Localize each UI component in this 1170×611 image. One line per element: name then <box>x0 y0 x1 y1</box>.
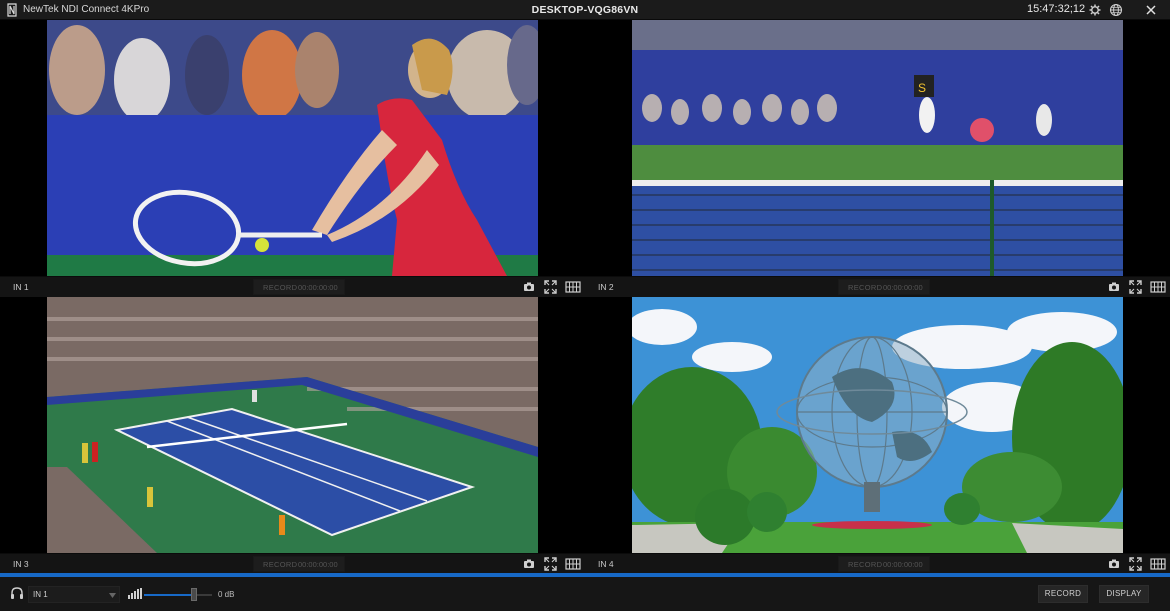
app-title: NewTek NDI Connect 4KPro <box>23 4 150 15</box>
globe-icon[interactable] <box>1109 3 1123 17</box>
app-window: NewTek NDI Connect 4KPro DESKTOP-VQG86VN… <box>0 0 1170 611</box>
record-label: RECORD <box>263 283 298 292</box>
input-toolbar-4: IN 4 RECORD 00:00:00:00 <box>585 553 1170 574</box>
headphones-icon <box>11 587 23 599</box>
camera-icon[interactable] <box>1108 557 1120 571</box>
filmstrip-icon[interactable] <box>565 557 581 571</box>
chevron-down-icon <box>109 593 116 598</box>
record-timecode: 00:00:00:00 <box>883 560 923 569</box>
volume-meter-icon <box>128 588 142 599</box>
input-cell-1: IN 1 RECORD 00:00:00:00 <box>0 20 585 297</box>
record-button[interactable]: RECORD <box>1038 585 1088 603</box>
record-label: RECORD <box>848 560 883 569</box>
input-toolbar-2: IN 2 RECORD 00:00:00:00 <box>585 276 1170 297</box>
volume-slider[interactable] <box>144 594 212 596</box>
input-label: IN 3 <box>13 559 29 569</box>
input-label: IN 4 <box>598 559 614 569</box>
timecode: 15:47:32;12 <box>1027 3 1086 15</box>
close-icon[interactable] <box>1144 3 1158 17</box>
fullscreen-icon[interactable] <box>1129 557 1142 571</box>
record-timecode: 00:00:00:00 <box>883 283 923 292</box>
volume-slider-fill <box>144 594 193 596</box>
camera-icon[interactable] <box>1108 280 1120 294</box>
input-cell-3: IN 3 RECORD 00:00:00:00 <box>0 297 585 574</box>
filmstrip-icon[interactable] <box>1150 557 1166 571</box>
display-button[interactable]: DISPLAY <box>1099 585 1149 603</box>
record-status: RECORD 00:00:00:00 <box>253 279 345 295</box>
host-name: DESKTOP-VQG86VN <box>531 4 639 16</box>
input-toolbar-1: IN 1 RECORD 00:00:00:00 <box>0 276 585 297</box>
filmstrip-icon[interactable] <box>565 280 581 294</box>
svg-text:S: S <box>918 81 926 95</box>
volume-readout: 0 dB <box>218 590 235 599</box>
record-status: RECORD 00:00:00:00 <box>253 556 345 572</box>
control-bar: IN 1 0 dB RECORD DISPLAY <box>0 577 1170 611</box>
video-preview-2[interactable]: S <box>632 20 1123 276</box>
fullscreen-icon[interactable] <box>1129 280 1142 294</box>
monitor-source-select[interactable]: IN 1 <box>28 586 120 603</box>
record-status: RECORD 00:00:00:00 <box>838 556 930 572</box>
gear-icon[interactable] <box>1088 3 1102 17</box>
fullscreen-icon[interactable] <box>544 280 557 294</box>
video-preview-3[interactable] <box>47 297 538 553</box>
monitor-source-value: IN 1 <box>33 590 48 599</box>
video-preview-4[interactable] <box>632 297 1123 553</box>
filmstrip-icon[interactable] <box>1150 280 1166 294</box>
input-toolbar-3: IN 3 RECORD 00:00:00:00 <box>0 553 585 574</box>
record-timecode: 00:00:00:00 <box>298 283 338 292</box>
record-label: RECORD <box>263 560 298 569</box>
record-label: RECORD <box>848 283 883 292</box>
input-label: IN 2 <box>598 282 614 292</box>
camera-icon[interactable] <box>523 280 535 294</box>
volume-slider-handle[interactable] <box>191 588 197 601</box>
camera-icon[interactable] <box>523 557 535 571</box>
input-cell-2: S IN 2 RECORD 00:00:00:00 <box>585 20 1170 297</box>
input-label: IN 1 <box>13 282 29 292</box>
record-timecode: 00:00:00:00 <box>298 560 338 569</box>
newtek-logo-icon <box>7 3 17 17</box>
record-status: RECORD 00:00:00:00 <box>838 279 930 295</box>
title-bar: NewTek NDI Connect 4KPro DESKTOP-VQG86VN… <box>0 0 1170 20</box>
fullscreen-icon[interactable] <box>544 557 557 571</box>
input-cell-4: IN 4 RECORD 00:00:00:00 <box>585 297 1170 574</box>
video-preview-1[interactable] <box>47 20 538 276</box>
